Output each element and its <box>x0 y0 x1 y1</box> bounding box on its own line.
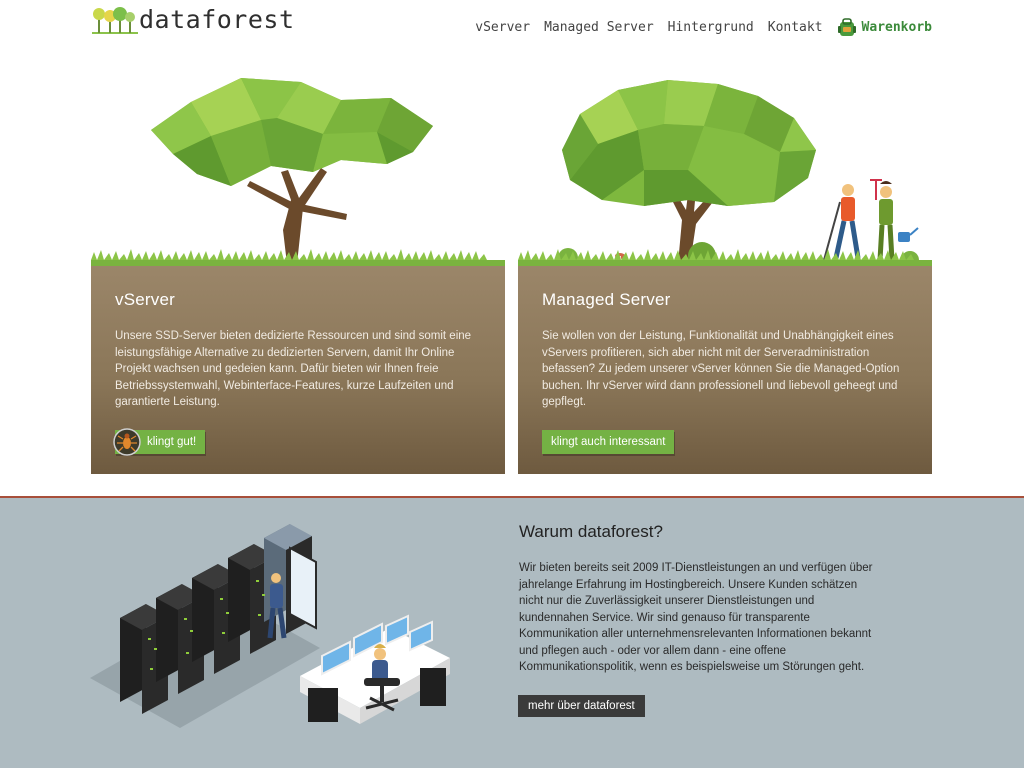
about-description: Wir bieten bereits seit 2009 IT-Dienstle… <box>519 562 873 673</box>
about-title: Warum dataforest? <box>519 522 663 541</box>
tree-with-gardeners-illustration <box>518 80 932 266</box>
site-header: dataforest vServer Managed Server Hinter… <box>0 0 1024 50</box>
managed-server-title: Managed Server <box>542 290 671 309</box>
nav-item-kontakt[interactable]: Kontakt <box>768 20 823 35</box>
vserver-card: vServer Unsere SSD-Server bieten dedizie… <box>91 60 505 474</box>
about-section: Warum dataforest? Wir bieten bereits sei… <box>0 498 1024 768</box>
managed-server-cta-button[interactable]: klingt auch interessant <box>542 430 675 454</box>
nav-item-hintergrund[interactable]: Hintergrund <box>668 20 754 35</box>
managed-server-cta-label: klingt auch interessant <box>551 436 666 448</box>
managed-server-card-body: Managed Server Sie wollen von der Leistu… <box>518 266 932 474</box>
about-more-button[interactable]: mehr über dataforest <box>518 695 645 717</box>
vserver-cta-label: klingt gut! <box>147 436 197 448</box>
backpack-cart-icon <box>837 18 856 36</box>
tree-illustration <box>91 78 505 266</box>
logo-text: dataforest <box>139 5 295 34</box>
vserver-description: Unsere SSD-Server bieten dedizierte Ress… <box>115 330 472 408</box>
about-more-label: mehr über dataforest <box>528 700 635 712</box>
nav-item-managed-server[interactable]: Managed Server <box>544 20 654 35</box>
datacenter-illustration <box>90 524 450 728</box>
cart-link[interactable]: Warenkorb <box>837 17 932 37</box>
vserver-title: vServer <box>115 290 175 309</box>
main-nav: vServer Managed Server Hintergrund Konta… <box>461 17 932 37</box>
vserver-cta-button[interactable]: klingt gut! <box>113 428 206 456</box>
cart-label: Warenkorb <box>861 19 932 35</box>
logo-link[interactable]: dataforest <box>92 4 295 36</box>
vserver-card-body: vServer Unsere SSD-Server bieten dedizie… <box>91 266 505 474</box>
bug-icon <box>113 428 141 456</box>
managed-server-description: Sie wollen von der Leistung, Funktionali… <box>542 330 900 408</box>
nav-item-vserver[interactable]: vServer <box>475 20 530 35</box>
tree-group-logo-icon <box>92 7 138 34</box>
managed-server-card: Managed Server Sie wollen von der Leistu… <box>518 60 932 474</box>
